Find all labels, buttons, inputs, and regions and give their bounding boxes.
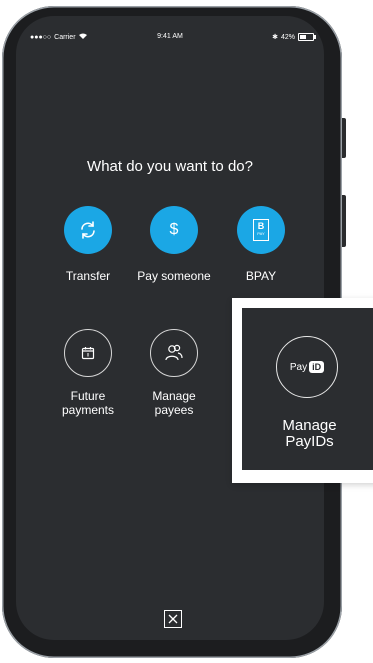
status-bar: ●●●○○ Carrier 9:41 AM ✱ 42% <box>16 33 324 47</box>
manage-payids-button[interactable]: Pay iD Manage PayIDs <box>242 308 373 470</box>
close-icon <box>168 614 178 624</box>
payid-logo-id: iD <box>309 361 325 373</box>
manage-payees-button[interactable]: Manage payees <box>126 329 222 417</box>
payid-icon: Pay iD <box>276 336 338 398</box>
pay-someone-label: Pay someone <box>137 269 211 283</box>
future-payments-button[interactable]: Future payments <box>40 329 136 417</box>
bpay-label: BPAY <box>245 269 277 283</box>
status-right: ✱ 42% <box>272 33 316 41</box>
transfer-button[interactable]: Transfer <box>40 206 136 283</box>
bpay-icon: B PAY <box>237 206 285 254</box>
payid-logo: Pay iD <box>289 361 325 373</box>
bpay-button[interactable]: B PAY BPAY <box>213 206 309 283</box>
bpay-icon-text: PAY <box>257 231 265 236</box>
phone-side-button <box>342 195 346 247</box>
manage-payees-label: Manage payees <box>152 389 196 417</box>
dollar-icon: $ <box>150 206 198 254</box>
battery-icon <box>298 33 316 41</box>
future-payments-label: Future payments <box>61 389 115 417</box>
page-title: What do you want to do? <box>87 158 253 175</box>
payid-logo-pay: Pay <box>289 361 308 373</box>
close-button[interactable] <box>164 610 182 628</box>
people-icon <box>150 329 198 377</box>
manage-payids-label: Manage PayIDs <box>282 417 337 450</box>
transfer-icon <box>64 206 112 254</box>
transfer-label: Transfer <box>65 269 111 283</box>
bluetooth-icon: ✱ <box>272 34 278 41</box>
battery-percent: 42% <box>280 33 295 41</box>
calendar-icon <box>64 329 112 377</box>
pay-someone-button[interactable]: $ Pay someone <box>126 206 222 283</box>
phone-side-button <box>342 118 346 158</box>
manage-payids-callout: Pay iD Manage PayIDs <box>232 298 373 483</box>
